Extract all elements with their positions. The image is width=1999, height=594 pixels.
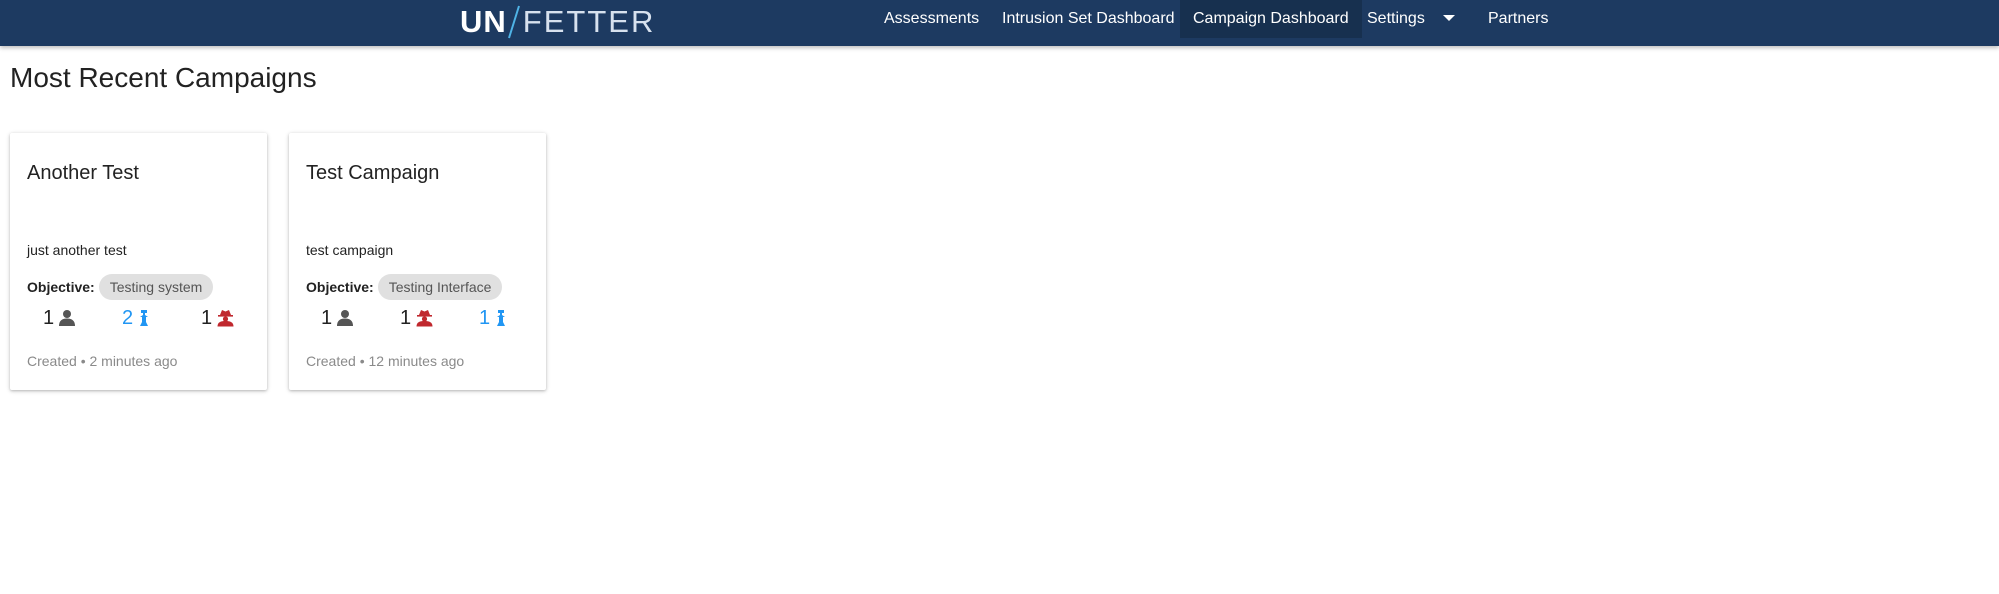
nav-partners[interactable]: Partners xyxy=(1488,0,1548,38)
campaign-objective: Objective: Testing system xyxy=(27,274,214,300)
stat-pawns[interactable]: 2 xyxy=(122,305,150,331)
pawn-icon xyxy=(140,310,149,326)
created-timestamp: Created • 2 minutes ago xyxy=(27,353,178,369)
page-title: Most Recent Campaigns xyxy=(10,62,317,93)
objective-label: Objective: xyxy=(306,279,374,295)
pawn-icon xyxy=(497,310,506,326)
campaign-title[interactable]: Another Test xyxy=(27,162,139,185)
objective-label: Objective: xyxy=(27,279,95,295)
stat-value: 1 xyxy=(43,306,55,329)
settings-dropdown-caret-icon[interactable] xyxy=(1443,15,1455,21)
nav-campaign-dashboard[interactable]: Campaign Dashboard xyxy=(1180,0,1362,38)
campaign-card[interactable]: Another Test just another test Objective… xyxy=(10,133,267,390)
top-navbar: UN FETTER Assessments Intrusion Set Dash… xyxy=(0,0,1999,46)
stat-value: 1 xyxy=(479,306,491,329)
stat-value: 2 xyxy=(122,306,134,329)
spy-icon xyxy=(217,310,234,327)
campaign-card[interactable]: Test Campaign test campaign Objective: T… xyxy=(289,133,546,390)
stat-persons[interactable]: 1 xyxy=(43,305,76,331)
logo-slash-icon xyxy=(507,5,522,39)
nav-settings[interactable]: Settings xyxy=(1367,0,1425,38)
logo-text-un: UN xyxy=(460,4,507,39)
stat-pawns[interactable]: 1 xyxy=(479,305,507,331)
nav-assessments[interactable]: Assessments xyxy=(884,0,979,38)
campaign-objective: Objective: Testing Interface xyxy=(306,274,503,300)
campaign-description: just another test xyxy=(27,242,127,258)
spy-icon xyxy=(416,310,433,327)
stat-value: 1 xyxy=(201,306,213,329)
objective-chip[interactable]: Testing Interface xyxy=(377,274,503,300)
campaign-title[interactable]: Test Campaign xyxy=(306,162,439,185)
created-timestamp: Created • 12 minutes ago xyxy=(306,353,465,369)
person-icon xyxy=(59,310,76,326)
unfetter-logo[interactable]: UN FETTER xyxy=(460,4,655,40)
objective-chip[interactable]: Testing system xyxy=(98,274,214,300)
stat-spies[interactable]: 1 xyxy=(201,305,234,331)
person-icon xyxy=(337,310,354,326)
stat-persons[interactable]: 1 xyxy=(321,305,354,331)
logo-text-fetter: FETTER xyxy=(522,4,656,39)
stat-value: 1 xyxy=(400,306,412,329)
stat-spies[interactable]: 1 xyxy=(400,305,433,331)
nav-intrusion-set-dashboard[interactable]: Intrusion Set Dashboard xyxy=(1002,0,1175,38)
stat-value: 1 xyxy=(321,306,333,329)
campaign-description: test campaign xyxy=(306,242,394,258)
